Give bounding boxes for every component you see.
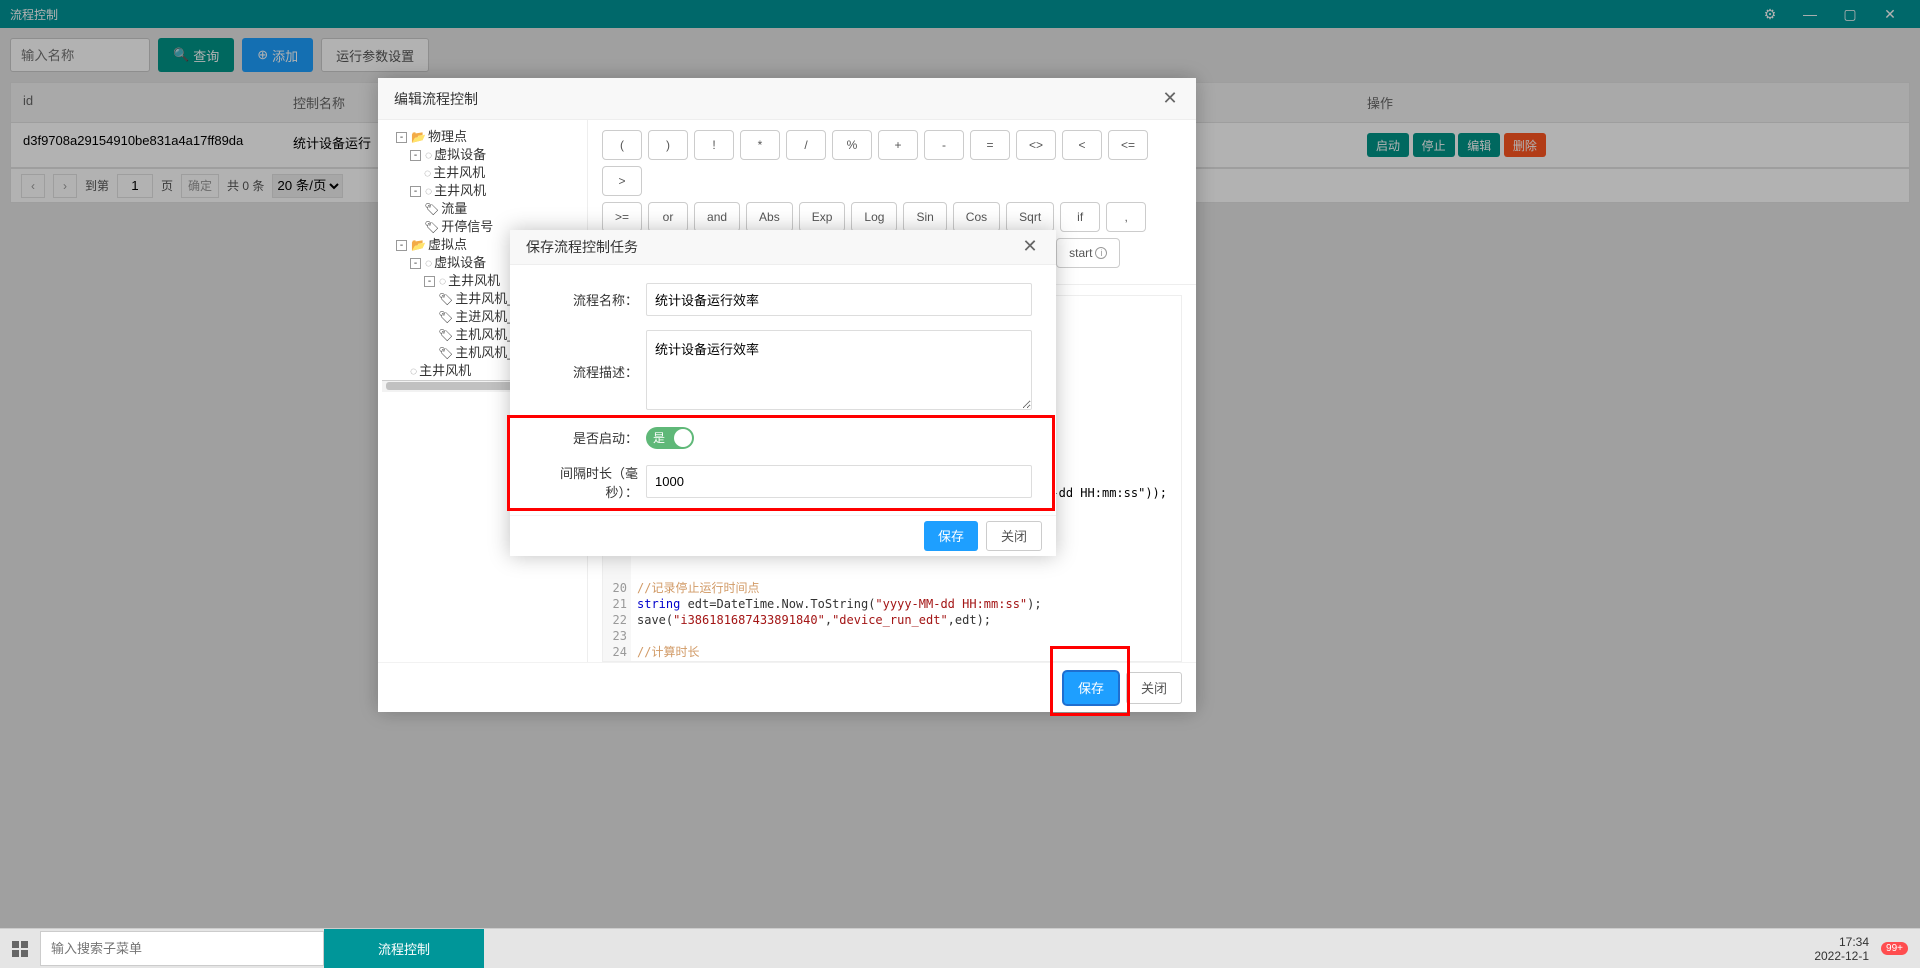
op-start[interactable]: starti (1056, 238, 1120, 268)
tree-label: 主井风机 (433, 164, 485, 182)
op-exp[interactable]: Exp (799, 202, 846, 232)
op-and[interactable]: and (694, 202, 740, 232)
tree-label: 主井风机 (419, 362, 471, 380)
op-[interactable]: = (970, 130, 1010, 160)
ring-icon: ◌ (410, 362, 417, 380)
close-flow-button[interactable]: 关闭 (1126, 672, 1182, 704)
start-toggle[interactable]: 是 (646, 427, 694, 449)
windows-icon (12, 941, 28, 957)
save-modal-title: 保存流程控制任务 (526, 237, 638, 257)
op-[interactable]: , (1106, 202, 1146, 232)
op-[interactable]: * (740, 130, 780, 160)
start-button[interactable] (0, 929, 40, 968)
edit-modal-title: 编辑流程控制 (394, 89, 478, 109)
op-[interactable]: < (1062, 130, 1102, 160)
expand-icon[interactable]: - (410, 186, 421, 197)
tree-node[interactable]: -◌主井风机 (410, 182, 583, 200)
expand-icon[interactable]: - (410, 258, 421, 269)
op-[interactable]: / (786, 130, 826, 160)
peek-fragment: M-dd HH:mm:ss")); (1044, 486, 1167, 500)
tree-node[interactable]: 🏷流量 (424, 200, 583, 218)
tree-label: 虚拟设备 (434, 146, 486, 164)
op-[interactable]: - (924, 130, 964, 160)
tag-icon: 🏷 (424, 200, 439, 218)
ring-icon: ◌ (424, 164, 431, 182)
op-[interactable]: ! (694, 130, 734, 160)
op-[interactable]: + (878, 130, 918, 160)
taskbar-search-input[interactable] (41, 932, 323, 965)
tree-label: 开停信号 (441, 218, 493, 236)
ring-icon: ◌ (425, 146, 432, 164)
op-[interactable]: >= (602, 202, 642, 232)
folder-icon: 📂 (411, 236, 426, 254)
tree-node[interactable]: -◌虚拟设备 (410, 146, 583, 164)
flow-desc-input[interactable]: 统计设备运行效率 (646, 330, 1032, 410)
close-icon[interactable]: ✕ (1160, 88, 1180, 109)
taskbar: 流程控制 17:34 2022-12-1 99+ (0, 928, 1920, 968)
save-task-modal: 保存流程控制任务 ✕ 流程名称： 流程描述： 统计设备运行效率 是否启动： 是 … (510, 230, 1056, 556)
tree-label: 流量 (441, 200, 467, 218)
expand-icon[interactable]: - (410, 150, 421, 161)
op-[interactable]: ) (648, 130, 688, 160)
interval-label: 间隔时长（毫秒）： (534, 463, 646, 501)
ring-icon: ◌ (425, 182, 432, 200)
name-label: 流程名称： (534, 290, 646, 309)
op-abs[interactable]: Abs (746, 202, 793, 232)
tree-node[interactable]: ◌主井风机 (424, 164, 583, 182)
op-sin[interactable]: Sin (903, 202, 946, 232)
inner-close-button[interactable]: 关闭 (986, 521, 1042, 551)
interval-input[interactable] (646, 465, 1032, 498)
desc-label: 流程描述： (534, 362, 646, 381)
op-if[interactable]: if (1060, 202, 1100, 232)
close-icon[interactable]: ✕ (1020, 236, 1040, 257)
start-label: 是否启动： (534, 428, 646, 447)
save-flow-button[interactable]: 保存 (1064, 672, 1118, 704)
tag-icon: 🏷 (438, 344, 453, 362)
flow-name-input[interactable] (646, 283, 1032, 316)
ring-icon: ◌ (439, 272, 446, 290)
op-[interactable]: ( (602, 130, 642, 160)
notification-badge[interactable]: 99+ (1881, 942, 1908, 955)
tree-label: 主井风机 (448, 272, 500, 290)
tag-icon: 🏷 (424, 218, 439, 236)
op-[interactable]: <> (1016, 130, 1056, 160)
tree-label: 物理点 (428, 128, 467, 146)
tree-node[interactable]: -📂物理点 (396, 128, 583, 146)
expand-icon[interactable]: - (396, 132, 407, 143)
tag-icon: 🏷 (438, 308, 453, 326)
tree-label: 虚拟设备 (434, 254, 486, 272)
tree-label: 主井风机 (434, 182, 486, 200)
clock: 17:34 2022-12-1 (1814, 935, 1869, 963)
op-cos[interactable]: Cos (953, 202, 1000, 232)
op-[interactable]: % (832, 130, 872, 160)
op-[interactable]: <= (1108, 130, 1148, 160)
expand-icon[interactable]: - (396, 240, 407, 251)
ring-icon: ◌ (425, 254, 432, 272)
op-log[interactable]: Log (851, 202, 897, 232)
taskbar-app[interactable]: 流程控制 (324, 929, 484, 968)
info-icon: i (1095, 247, 1107, 259)
tree-label: 虚拟点 (428, 236, 467, 254)
tag-icon: 🏷 (438, 326, 453, 344)
folder-icon: 📂 (411, 128, 426, 146)
op-sqrt[interactable]: Sqrt (1006, 202, 1054, 232)
tag-icon: 🏷 (438, 290, 453, 308)
inner-save-button[interactable]: 保存 (924, 521, 978, 551)
expand-icon[interactable]: - (424, 276, 435, 287)
op-[interactable]: > (602, 166, 642, 196)
op-or[interactable]: or (648, 202, 688, 232)
